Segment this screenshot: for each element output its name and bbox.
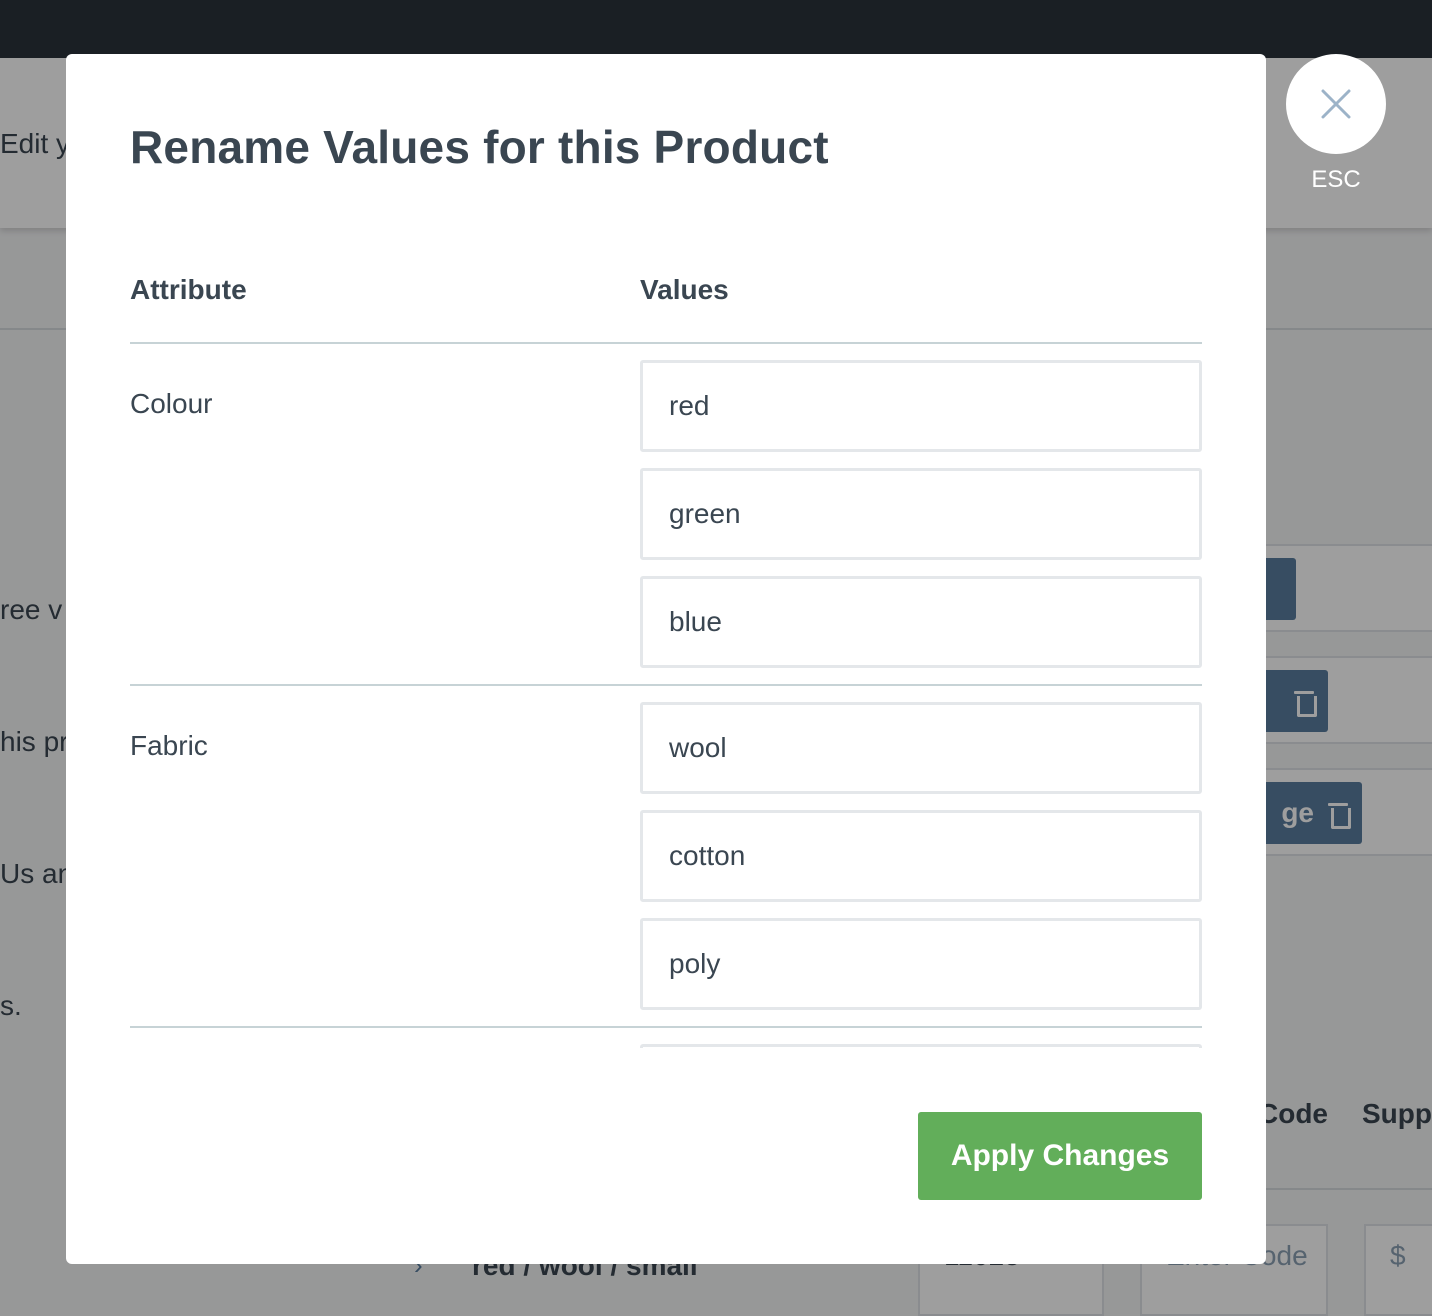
attribute-name: Fabric: [130, 730, 208, 761]
column-header-attribute: Attribute: [130, 274, 247, 305]
attribute-value-list[interactable]: Colour Fabric: [130, 342, 1202, 1048]
divider: [130, 684, 1202, 686]
divider: [130, 1026, 1202, 1028]
value-input[interactable]: [640, 918, 1202, 1010]
rename-values-modal: Rename Values for this Product Attribute…: [66, 54, 1266, 1264]
value-input[interactable]: [640, 576, 1202, 668]
close-button[interactable]: [1286, 54, 1386, 154]
value-input[interactable]: [640, 810, 1202, 902]
attribute-name: Colour: [130, 388, 213, 419]
value-input[interactable]: [640, 360, 1202, 452]
close-shortcut-label: ESC: [1311, 166, 1361, 193]
divider: [130, 342, 1202, 344]
column-header-values: Values: [640, 274, 729, 305]
apply-changes-button[interactable]: Apply Changes: [918, 1112, 1202, 1200]
close-icon: [1321, 89, 1351, 119]
value-input[interactable]: [640, 1044, 1202, 1048]
value-input[interactable]: [640, 702, 1202, 794]
value-input[interactable]: [640, 468, 1202, 560]
modal-title: Rename Values for this Product: [130, 121, 829, 173]
